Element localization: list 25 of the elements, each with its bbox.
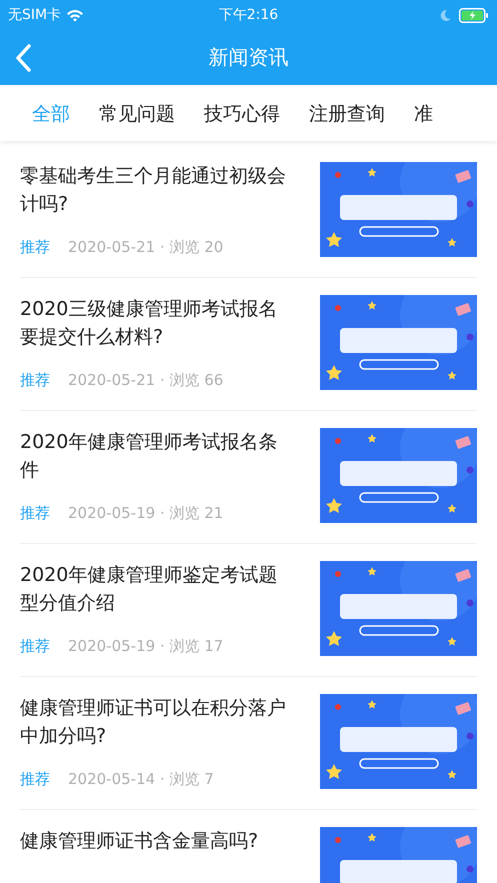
- status-time: 下午2:16: [218, 7, 278, 23]
- recommend-tag: 推荐: [20, 371, 50, 390]
- article-title[interactable]: 2020年健康管理师考试报名条件: [20, 428, 294, 484]
- recommend-tag: 推荐: [20, 770, 50, 789]
- article-meta: 2020-05-19 · 浏览 17: [68, 637, 224, 656]
- article-title[interactable]: 2020三级健康管理师考试报名要提交什么材料?: [20, 295, 294, 351]
- wifi-icon: [66, 8, 84, 22]
- article-title[interactable]: 健康管理师证书可以在积分落户中加分吗?: [20, 694, 294, 750]
- article-meta: 2020-05-21 · 浏览 20: [68, 238, 224, 257]
- article-meta: 2020-05-14 · 浏览 7: [68, 770, 214, 789]
- category-tab[interactable]: 注册查询: [297, 94, 397, 132]
- recommend-tag: 推荐: [20, 637, 50, 656]
- category-tab[interactable]: 准: [402, 94, 445, 132]
- page-title: 新闻资讯: [208, 45, 288, 69]
- recommend-tag: 推荐: [20, 504, 50, 523]
- moon-icon: [440, 9, 451, 21]
- carrier-label: 无SIM卡: [8, 6, 62, 24]
- recommend-tag: 推荐: [20, 238, 50, 257]
- article-meta: 2020-05-21 · 浏览 66: [68, 371, 224, 390]
- article-title[interactable]: 健康管理师证书含金量高吗?: [20, 827, 294, 855]
- article-title[interactable]: 零基础考生三个月能通过初级会计吗?: [20, 162, 294, 218]
- category-tab[interactable]: 常见问题: [87, 94, 187, 132]
- article-meta: 2020-05-19 · 浏览 21: [68, 504, 224, 523]
- category-tab[interactable]: 技巧心得: [192, 94, 292, 132]
- article-title[interactable]: 2020年健康管理师鉴定考试题型分值介绍: [20, 561, 294, 617]
